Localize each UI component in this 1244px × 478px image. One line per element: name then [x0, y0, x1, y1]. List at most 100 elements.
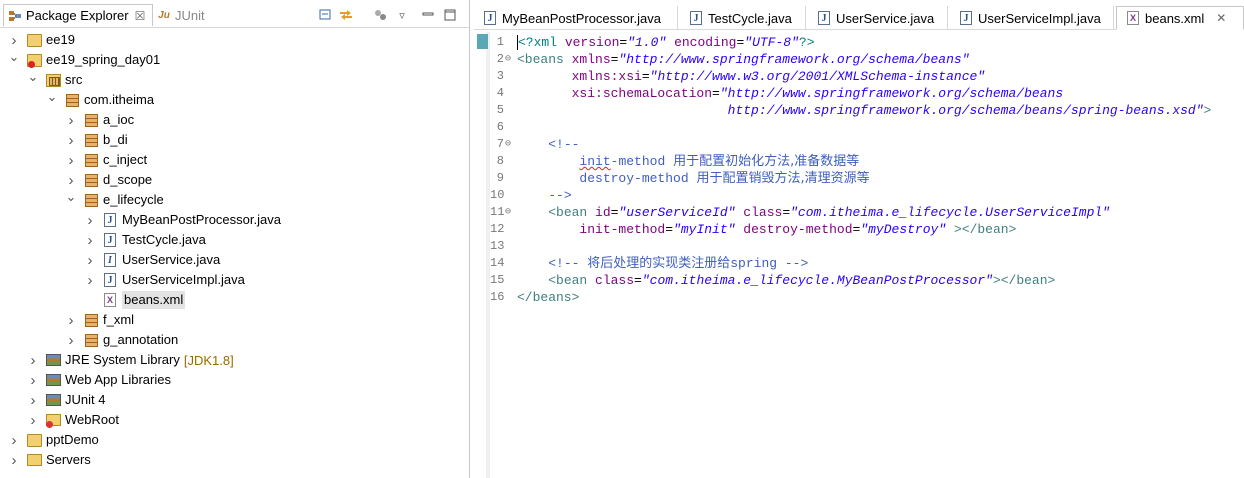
tree-item[interactable]: › J MyBeanPostProcessor.java	[0, 210, 469, 230]
code-token: class	[595, 273, 635, 288]
collapsed-arrow-icon[interactable]: ›	[84, 252, 96, 269]
tree-item[interactable]: ⌄ e_lifecycle	[0, 190, 469, 210]
editor-tab-label: UserService.java	[836, 10, 935, 26]
code-text: init-method="myInit" destroy-method="myD…	[517, 221, 1016, 238]
collapsed-arrow-icon[interactable]: ›	[65, 172, 77, 189]
code-token: <!--	[548, 137, 580, 152]
minimize-icon[interactable]	[420, 8, 436, 22]
code-token: </beans>	[517, 290, 580, 305]
collapsed-arrow-icon[interactable]: ›	[8, 432, 20, 449]
code-token: <bean	[548, 273, 596, 288]
expanded-arrow-icon[interactable]: ⌄	[46, 90, 58, 106]
code-token: ></bean>	[953, 222, 1017, 237]
code-token: <beans	[517, 52, 572, 67]
code-token: =	[641, 69, 650, 84]
editor-tab[interactable]: J UserService.java	[808, 6, 948, 30]
tree-item[interactable]: › b_di	[0, 130, 469, 150]
collapsed-arrow-icon[interactable]: ›	[8, 452, 20, 469]
java-file-icon: J	[816, 10, 832, 26]
tree-item[interactable]: › g_annotation	[0, 330, 469, 350]
collapsed-arrow-icon[interactable]: ›	[84, 212, 96, 229]
tree-item-label: b_di	[103, 132, 128, 147]
tree-item[interactable]: › d_scope	[0, 170, 469, 190]
collapsed-arrow-icon[interactable]: ›	[27, 352, 39, 369]
collapsed-arrow-icon[interactable]: ›	[65, 332, 77, 349]
package-icon	[83, 332, 99, 348]
tab-package-explorer[interactable]: Package Explorer ☒	[3, 4, 153, 26]
code-line: 5 http://www.springframework.org/schema/…	[474, 102, 1244, 119]
tree-item[interactable]: › J UserServiceImpl.java	[0, 270, 469, 290]
xml-file-icon: X	[102, 292, 118, 308]
code-token: id	[595, 205, 611, 220]
tree-item[interactable]: › Servers	[0, 450, 469, 470]
tree-item[interactable]: Xbeans.xml	[0, 290, 469, 310]
tree-item-decoration: [JDK1.8]	[183, 352, 234, 368]
java-interface-icon: I	[102, 252, 118, 268]
collapsed-arrow-icon[interactable]: ›	[65, 152, 77, 169]
editor-tab[interactable]: J UserServiceImpl.java	[950, 6, 1114, 30]
expanded-arrow-icon[interactable]: ⌄	[27, 70, 39, 86]
fold-toggle-icon[interactable]: ⊖	[505, 51, 515, 68]
collapsed-arrow-icon[interactable]: ›	[65, 132, 77, 149]
tree-item[interactable]: › JRE System Library [JDK1.8]	[0, 350, 469, 370]
link-with-editor-icon[interactable]	[338, 8, 354, 22]
tree-item[interactable]: › JUnit 4	[0, 390, 469, 410]
code-text: xmlns:xsi="http://www.w3.org/2001/XMLSch…	[517, 68, 986, 85]
fold-toggle-icon[interactable]: ⊖	[505, 204, 515, 221]
tree-item-label: pptDemo	[46, 432, 99, 447]
editor-tab[interactable]: Xbeans.xml ✕	[1116, 6, 1244, 30]
code-token: <!--	[548, 256, 588, 271]
tree-item[interactable]: › c_inject	[0, 150, 469, 170]
java-file-icon: J	[482, 10, 498, 26]
tree-item[interactable]: ⌄ src	[0, 70, 469, 90]
collapsed-arrow-icon[interactable]: ›	[65, 112, 77, 129]
editor-tab-label: UserServiceImpl.java	[978, 10, 1101, 26]
tree-item[interactable]: › WebRoot	[0, 410, 469, 430]
fold-toggle-icon[interactable]: ⊖	[505, 136, 515, 153]
tree-item[interactable]: › pptDemo	[0, 430, 469, 450]
code-line: 14 <!-- 将后处理的实现类注册给spring -->	[474, 255, 1244, 272]
close-icon[interactable]: ✕	[1216, 11, 1226, 25]
tree-item[interactable]: › J TestCycle.java	[0, 230, 469, 250]
close-icon[interactable]: ☒	[135, 9, 146, 23]
tree-item[interactable]: › f_xml	[0, 310, 469, 330]
tree-item[interactable]: ⌄ ee19_spring_day01	[0, 50, 469, 70]
tree-item[interactable]: › ee19	[0, 30, 469, 50]
collapsed-arrow-icon[interactable]: ›	[27, 412, 39, 429]
collapse-all-icon[interactable]	[318, 8, 334, 22]
code-area[interactable]: 1 <?xml version="1.0" encoding="UTF-8"?> 2…	[474, 32, 1244, 478]
maximize-icon[interactable]	[442, 8, 458, 22]
collapsed-arrow-icon[interactable]: ›	[27, 392, 39, 409]
collapsed-arrow-icon[interactable]: ›	[84, 272, 96, 289]
collapsed-arrow-icon[interactable]: ›	[84, 232, 96, 249]
code-token: class	[743, 205, 783, 220]
collapsed-arrow-icon[interactable]: ›	[65, 312, 77, 329]
collapsed-arrow-icon[interactable]: ›	[8, 32, 20, 49]
tree-item[interactable]: › I UserService.java	[0, 250, 469, 270]
focus-icon[interactable]	[372, 8, 388, 22]
tab-junit[interactable]: Ju JUnit	[157, 4, 204, 26]
tree-item-label: e_lifecycle	[103, 192, 164, 207]
expanded-arrow-icon[interactable]: ⌄	[65, 190, 77, 206]
line-number: 2	[496, 52, 504, 66]
editor-tab[interactable]: J TestCycle.java	[680, 6, 806, 30]
tree-item[interactable]: › a_ioc	[0, 110, 469, 130]
collapsed-arrow-icon[interactable]: ›	[27, 372, 39, 389]
library-icon	[45, 372, 61, 388]
editor-tab[interactable]: J MyBeanPostProcessor.java	[474, 6, 678, 30]
code-text: init-method 用于配置初始化方法,准备数据等	[517, 153, 859, 170]
editor-tab-bar: J MyBeanPostProcessor.java J TestCycle.java…	[474, 0, 1244, 30]
code-token: spring -->	[730, 256, 809, 271]
tree-item-label: UserServiceImpl.java	[122, 272, 245, 287]
tree-item[interactable]: › Web App Libraries	[0, 370, 469, 390]
tree-item-label: WebRoot	[65, 412, 119, 427]
view-menu-icon[interactable]: ▿	[394, 8, 410, 22]
code-line: 4 xsi:schemaLocation="http://www.springf…	[474, 85, 1244, 102]
line-number: 6	[496, 120, 504, 134]
code-token: 用于配置销毁方法,清理资源等	[696, 171, 870, 186]
expanded-arrow-icon[interactable]: ⌄	[8, 50, 20, 66]
tree-item[interactable]: ⌄ com.itheima	[0, 90, 469, 110]
code-line: 6	[474, 119, 1244, 136]
